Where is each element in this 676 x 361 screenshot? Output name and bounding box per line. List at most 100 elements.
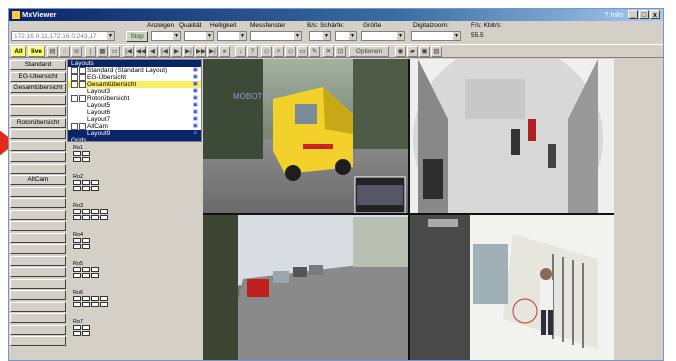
stop-button[interactable]: Stop <box>126 31 148 42</box>
minimize-button[interactable]: _ <box>628 10 638 19</box>
fast-forward-icon[interactable]: ▶▶ <box>195 46 206 57</box>
grid-icon[interactable]: ▦ <box>97 46 108 57</box>
close-button[interactable]: x <box>650 10 660 19</box>
chevron-down-icon[interactable]: ▼ <box>107 32 114 40</box>
camera-group-4[interactable]: Ro5 <box>67 261 202 285</box>
window-icon[interactable]: ⊡ <box>335 46 346 57</box>
layout-button-22[interactable] <box>10 313 66 323</box>
layout-button-7[interactable] <box>10 140 66 151</box>
chevron-down-icon[interactable]: ▼ <box>323 32 330 40</box>
expand-icon[interactable]: ✕ <box>323 46 334 57</box>
menu-anzeigen[interactable]: Anzeigen <box>147 21 174 30</box>
folder-icon[interactable]: ▰ <box>407 46 418 57</box>
tree-row-layout[interactable]: Standard (Standard Layout) ▣ <box>68 67 201 74</box>
menu-digitalzoom[interactable]: Digitalzoom: <box>413 21 449 30</box>
tree-row-layout[interactable]: EG-Übersicht ▣ <box>68 74 201 81</box>
live-button[interactable]: live <box>28 46 45 57</box>
messfenster-select[interactable]: ▼ <box>250 31 302 41</box>
layout-button-2[interactable]: Gesamtübersicht <box>10 83 66 93</box>
menu-groesse[interactable]: Größe <box>363 21 381 30</box>
camera-group-6[interactable]: Ro7 <box>67 319 202 343</box>
menu-qualitaet[interactable]: Qualität <box>179 21 201 30</box>
tree-row-layout[interactable]: Layout6 ▣ <box>68 109 201 116</box>
anzeigen-select[interactable]: ▼ <box>151 31 181 41</box>
layout-button-14[interactable] <box>10 221 66 231</box>
chevron-down-icon[interactable]: ▼ <box>453 32 460 40</box>
layout-button-10[interactable]: AllCam <box>10 175 66 185</box>
expand-box-icon[interactable] <box>71 95 78 102</box>
helligkeit-select[interactable]: ▼ <box>217 31 247 41</box>
layout-button-9[interactable] <box>10 163 66 174</box>
camera-icon[interactable]: ◉ <box>395 46 406 57</box>
layout-button-18[interactable] <box>10 267 66 277</box>
bars-icon[interactable]: | <box>85 46 96 57</box>
tree-row-layout[interactable]: Rotorübersicht ▣ <box>68 95 201 102</box>
info-label[interactable]: ? Info <box>604 9 623 21</box>
maximize-button[interactable]: □ <box>639 10 649 19</box>
skip-start-icon[interactable]: |◀ <box>123 46 134 57</box>
layout-button-13[interactable] <box>10 209 66 220</box>
tree-row-layout[interactable]: AllCam ▣ <box>68 123 201 130</box>
optionen-button[interactable]: Optionen <box>349 46 389 57</box>
target-icon[interactable]: ⊖ <box>71 46 82 57</box>
settings-icon[interactable]: ▨ <box>431 46 442 57</box>
camera-pane-staircase[interactable] <box>410 215 614 361</box>
pause-icon[interactable]: ⏸ <box>219 46 230 57</box>
layout-button-6[interactable] <box>10 129 66 139</box>
camera-pane-hallway[interactable] <box>410 59 614 234</box>
tool-1-icon[interactable]: ◇ <box>261 46 272 57</box>
layout-button-5[interactable]: Rotorübersicht <box>10 117 66 128</box>
play-icon[interactable]: ▶ <box>171 46 182 57</box>
layout-button-8[interactable] <box>10 152 66 162</box>
tool-5-icon[interactable]: ✎ <box>309 46 320 57</box>
camera-pane-street[interactable]: MOBOTIX <box>203 59 409 214</box>
menu-fs-kbits[interactable]: F/s: Kbit/s: <box>471 21 502 30</box>
groesse-select[interactable]: ▼ <box>361 31 405 41</box>
tree-row-layout[interactable]: Gesamtübersicht ▣ <box>68 81 201 88</box>
layout-button-17[interactable] <box>10 255 66 266</box>
chevron-down-icon[interactable]: ▼ <box>349 32 356 40</box>
camera-group-0[interactable]: Ro1 <box>67 145 202 169</box>
layout-button-24[interactable] <box>10 336 66 346</box>
layout-button-20[interactable] <box>10 290 66 300</box>
tree-row-layout[interactable]: Layout7 ▣ <box>68 116 201 123</box>
layout-button-23[interactable] <box>10 324 66 335</box>
bs-select[interactable]: ▼ <box>309 31 331 41</box>
layout-button-21[interactable] <box>10 301 66 312</box>
layout-button-16[interactable] <box>10 244 66 254</box>
qualitaet-select[interactable]: ▼ <box>184 31 214 41</box>
circle-icon[interactable]: ○ <box>59 46 70 57</box>
layout-button-3[interactable] <box>10 94 66 105</box>
camera-group-3[interactable]: Ro4 <box>67 232 202 256</box>
layout-button-12[interactable] <box>10 198 66 208</box>
expand-box-icon[interactable] <box>71 67 78 74</box>
chevron-down-icon[interactable]: ▼ <box>397 32 404 40</box>
chevron-down-icon[interactable]: ▼ <box>173 32 180 40</box>
schaerfe-select[interactable]: ▼ <box>335 31 357 41</box>
expand-box-icon[interactable] <box>71 74 78 81</box>
digitalzoom-select[interactable]: ▼ <box>411 31 461 41</box>
menu-bs-schaerfe[interactable]: B/s: Schärfe: <box>307 21 344 30</box>
frame-icon[interactable]: ▭ <box>109 46 120 57</box>
layout-button-1[interactable]: EG-Übersicht <box>10 71 66 82</box>
skip-end-icon[interactable]: ▶| <box>207 46 218 57</box>
layout-button-0[interactable]: Standard <box>10 60 66 70</box>
layout-button-19[interactable] <box>10 278 66 289</box>
expand-box-icon[interactable] <box>71 123 78 130</box>
layout-button-15[interactable] <box>10 232 66 243</box>
tool-4-icon[interactable]: ▭ <box>297 46 308 57</box>
chevron-down-icon[interactable]: ▼ <box>239 32 246 40</box>
tool-3-icon[interactable]: ◇ <box>285 46 296 57</box>
chevron-down-icon[interactable]: ▼ <box>206 32 213 40</box>
step-forward-icon[interactable]: ▶| <box>183 46 194 57</box>
back-icon[interactable]: |◀ <box>159 46 170 57</box>
camera-group-5[interactable]: Ro6 <box>67 290 202 314</box>
tool-2-icon[interactable]: ✧ <box>273 46 284 57</box>
step-back-icon[interactable]: ◀ <box>147 46 158 57</box>
camera-pane-parking[interactable] <box>203 215 409 361</box>
menu-helligkeit[interactable]: Helligkeit <box>210 21 236 30</box>
tree-row-layout[interactable]: Layout5 ▣ <box>68 102 201 109</box>
menu-messfenster[interactable]: Messfenster <box>250 21 285 30</box>
camera-group-1[interactable]: Ro2 <box>67 174 202 198</box>
expand-box-icon[interactable] <box>71 81 78 88</box>
